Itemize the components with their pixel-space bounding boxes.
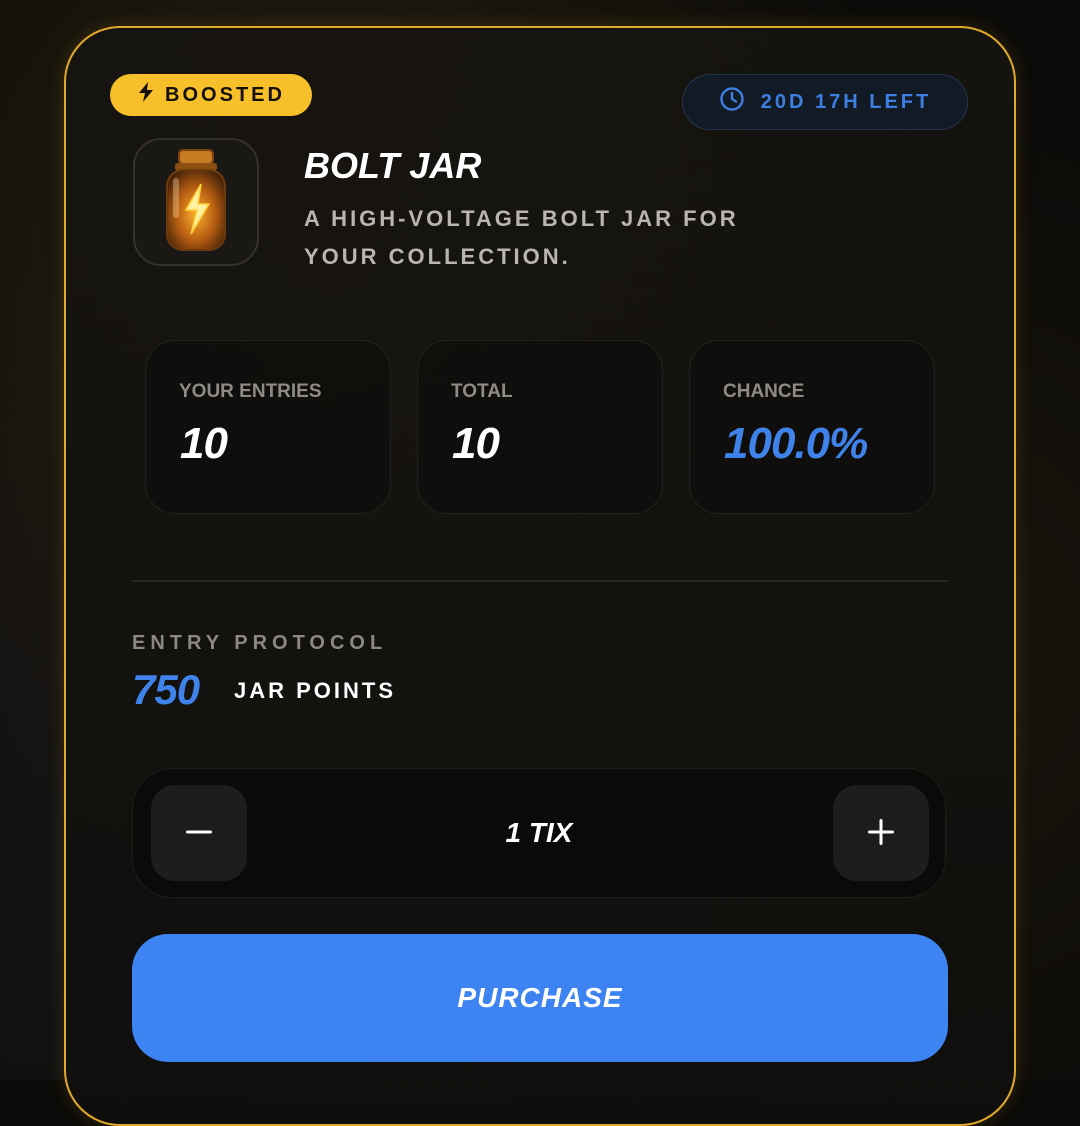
boosted-label: BOOSTED bbox=[165, 84, 285, 107]
stat-chance: CHANCE 100.0% bbox=[689, 340, 935, 514]
quantity-stepper: 1 TIX bbox=[132, 768, 946, 898]
stat-value: 10 bbox=[452, 419, 499, 469]
entry-cost-amount: 750 bbox=[132, 666, 199, 714]
entry-protocol-label: ENTRY PROTOCOL bbox=[132, 632, 387, 655]
item-description: A HIGH-VOLTAGE BOLT JAR FOR YOUR COLLECT… bbox=[304, 200, 744, 276]
purchase-label: PURCHASE bbox=[457, 982, 622, 1014]
jar-icon bbox=[151, 144, 241, 261]
item-title: BOLT JAR bbox=[304, 145, 481, 187]
clock-icon bbox=[719, 86, 745, 118]
stat-total: TOTAL 10 bbox=[417, 340, 663, 514]
item-thumbnail bbox=[133, 138, 259, 266]
time-remaining-pill: 20D 17H LEFT bbox=[682, 74, 968, 130]
plus-icon bbox=[867, 811, 895, 856]
increment-button[interactable] bbox=[833, 785, 929, 881]
stat-your-entries: YOUR ENTRIES 10 bbox=[145, 340, 391, 514]
divider bbox=[132, 580, 948, 582]
boosted-badge: BOOSTED bbox=[110, 74, 312, 116]
stat-label: TOTAL bbox=[451, 381, 513, 403]
lightning-icon bbox=[137, 82, 155, 108]
quantity-value: 1 TIX bbox=[133, 817, 945, 849]
stat-label: YOUR ENTRIES bbox=[179, 381, 322, 403]
stat-label: CHANCE bbox=[723, 381, 804, 403]
stat-value: 100.0% bbox=[724, 419, 867, 469]
time-remaining-label: 20D 17H LEFT bbox=[761, 91, 931, 114]
purchase-button[interactable]: PURCHASE bbox=[132, 934, 948, 1062]
entry-cost-unit: JAR POINTS bbox=[234, 678, 396, 704]
stat-value: 10 bbox=[180, 419, 227, 469]
